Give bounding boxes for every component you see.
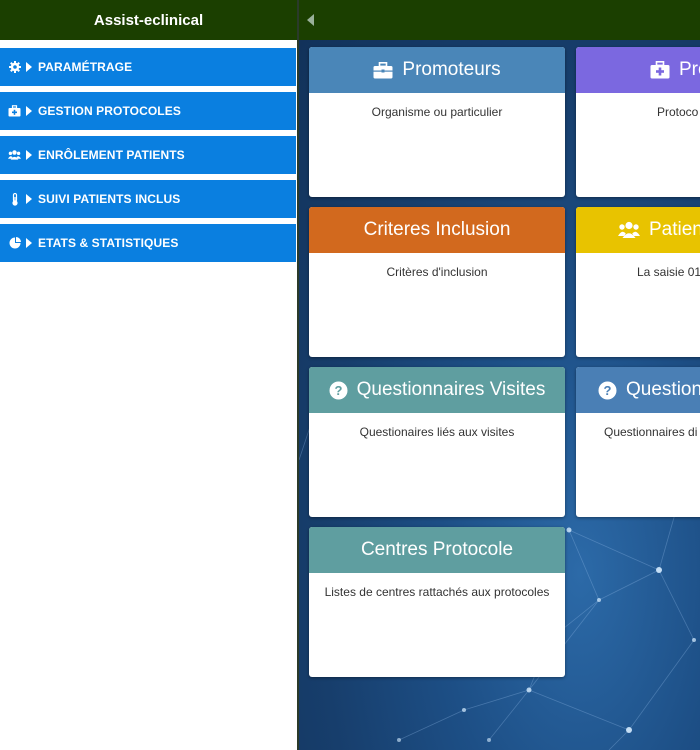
- card-subtitle: Protoco: [657, 105, 699, 119]
- caret-right-icon: [26, 62, 32, 72]
- card-header: Pro: [576, 47, 700, 93]
- medical-kit-icon: [650, 61, 670, 79]
- menu-item-suivi-patients-inclus[interactable]: SUIVI PATIENTS INCLUS: [0, 180, 296, 218]
- menu-item-gestion-protocoles[interactable]: GESTION PROTOCOLES: [0, 92, 296, 130]
- card-protocoles[interactable]: Pro Protoco: [576, 47, 700, 197]
- card-title: Promoteurs: [402, 59, 501, 80]
- card-header: Centres Protocole: [309, 527, 565, 573]
- card-header: ? Questionnaires Visites: [309, 367, 565, 413]
- svg-text:?: ?: [604, 383, 612, 398]
- menu-item-etats-statistiques[interactable]: ETATS & STATISTIQUES: [0, 224, 296, 262]
- users-icon: [8, 149, 21, 162]
- menu-item-label: ENRÔLEMENT PATIENTS: [38, 148, 185, 162]
- question-circle-icon: ?: [329, 381, 348, 400]
- card-promoteurs[interactable]: Promoteurs Organisme ou particulier: [309, 47, 565, 197]
- caret-right-icon: [26, 194, 32, 204]
- question-circle-icon: ?: [598, 381, 617, 400]
- menu-item-enrolement-patients[interactable]: ENRÔLEMENT PATIENTS: [0, 136, 296, 174]
- menu-item-label: SUIVI PATIENTS INCLUS: [38, 192, 181, 206]
- card-patients[interactable]: Patien La saisie 01: [576, 207, 700, 357]
- menu-item-label: PARAMÉTRAGE: [38, 60, 133, 74]
- card-header: Criteres Inclusion: [309, 207, 565, 253]
- caret-right-icon: [26, 106, 32, 116]
- card-title: Centres Protocole: [360, 539, 514, 560]
- card-title: Questionnaires Visites: [356, 379, 546, 400]
- card-subtitle: Listes de centres rattachés aux protocol…: [324, 585, 550, 599]
- medical-kit-icon: [8, 105, 21, 118]
- card-subtitle: Critères d'inclusion: [386, 265, 488, 279]
- card-header: Promoteurs: [309, 47, 565, 93]
- sidebar-menu: PARAMÉTRAGE GESTION PROTOCOLES ENRÔLEMEN…: [0, 48, 296, 268]
- card-questionnaires[interactable]: ? Question Questionnaires di: [576, 367, 700, 517]
- sidebar: Assist-eclinical PARAMÉTRAGE GESTION PRO…: [0, 0, 297, 750]
- menu-item-parametrage[interactable]: PARAMÉTRAGE: [0, 48, 296, 86]
- card-header: ? Question: [576, 367, 700, 413]
- menu-item-label: GESTION PROTOCOLES: [38, 104, 181, 118]
- briefcase-icon: [373, 61, 393, 79]
- app-title: Assist-eclinical: [0, 0, 297, 40]
- card-subtitle: La saisie 01: [637, 265, 700, 279]
- caret-right-icon: [26, 150, 32, 160]
- card-criteres-inclusion[interactable]: Criteres Inclusion Critères d'inclusion: [309, 207, 565, 357]
- main-content: Promoteurs Organisme ou particulier Pro …: [299, 0, 700, 750]
- users-icon: [618, 221, 640, 239]
- card-questionnaires-visites[interactable]: ? Questionnaires Visites Questionaires l…: [309, 367, 565, 517]
- pie-chart-icon: [8, 237, 21, 250]
- caret-right-icon: [26, 238, 32, 248]
- gear-icon: [8, 61, 21, 74]
- card-header: Patien: [576, 207, 700, 253]
- thermometer-icon: [8, 192, 21, 206]
- collapse-sidebar-icon[interactable]: [307, 14, 314, 26]
- card-subtitle: Questionnaires di: [604, 425, 698, 439]
- card-title: Criteres Inclusion: [363, 219, 511, 240]
- menu-item-label: ETATS & STATISTIQUES: [38, 236, 179, 250]
- svg-text:?: ?: [334, 383, 342, 398]
- top-bar: [299, 0, 700, 40]
- card-title: Pro: [679, 59, 700, 80]
- card-subtitle: Organisme ou particulier: [371, 105, 503, 119]
- card-title: Question: [626, 379, 700, 400]
- card-subtitle: Questionaires liés aux visites: [359, 425, 515, 439]
- card-centres-protocole[interactable]: Centres Protocole Listes de centres ratt…: [309, 527, 565, 677]
- card-title: Patien: [649, 219, 700, 240]
